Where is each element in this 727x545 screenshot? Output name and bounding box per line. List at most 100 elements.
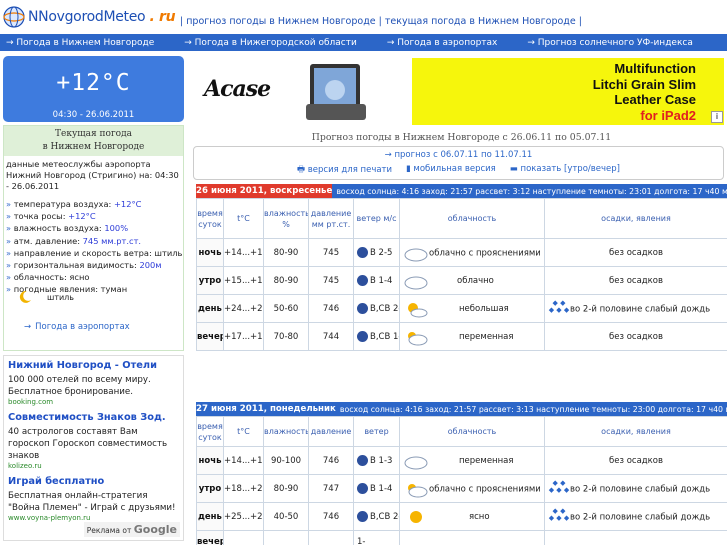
col-header-pressure: давление (308, 416, 354, 447)
partly-cloudy-icon (408, 483, 428, 497)
wind-calm-label: штиль (47, 293, 75, 302)
day-date: 27 июня 2011, понедельник (196, 402, 336, 416)
wind-direction-icon (357, 303, 368, 314)
partly-cloudy-night-icon (404, 248, 428, 261)
current-row: » погодные явления: туман (6, 284, 128, 295)
day-header: 26 июня 2011, воскресенье восход солнца:… (196, 184, 727, 198)
table-header-row: время суток t°C влажность % давление мм … (196, 198, 727, 239)
sponsored-ads: Нижний Новгород - Отели 100 000 отелей п… (3, 355, 184, 541)
col-header-precip: осадки, явления (544, 416, 727, 447)
col-header-humidity: влажность (263, 416, 309, 447)
current-temp-box: +12°C 04:30 - 26.06.2011 (3, 56, 184, 122)
col-header-temp: t°C (223, 416, 264, 447)
current-row: » облачность: ясно (6, 272, 90, 283)
wind-direction-icon (357, 247, 368, 258)
site-tagline: | прогноз погоды в Нижнем Новгороде | те… (180, 16, 582, 27)
show-morning-evening-link[interactable]: ▬ показать [утро/вечер] (510, 164, 620, 178)
current-weather-list: » температура воздуха: +12°C » точка рос… (4, 198, 183, 296)
logo-text: NNovgorodMeteo . ru (28, 9, 176, 25)
table-header-row: время суток t°C влажность давление ветер… (196, 416, 727, 447)
current-temp: +12°C (56, 70, 131, 96)
cloudy-icon (404, 276, 428, 289)
ad-desc: 100 000 отелей по всему миру. Бесплатное… (8, 375, 151, 397)
ads-by-google[interactable]: Реклама от Google (83, 522, 180, 537)
col-header-wind: ветер м/с (353, 198, 400, 239)
rain-drops-icon: ◆ ◆ ◆ ◆ ◆ (548, 478, 570, 494)
forecast-title: Прогноз погоды в Нижнем Новгороде с 26.0… (311, 132, 612, 143)
toggle-icon: ▬ (509, 164, 521, 174)
col-header-precip: осадки, явления (544, 198, 727, 239)
ad-url[interactable]: booking.com (8, 398, 179, 406)
col-header-time: время суток (196, 416, 224, 447)
ad-url[interactable]: kolizeo.ru (8, 462, 179, 470)
wind-direction-icon (357, 483, 368, 494)
site-logo[interactable]: NNovgorodMeteo . ru (2, 4, 176, 30)
forecast-table: время суток t°C влажность давление ветер… (196, 416, 727, 545)
current-row: » горизонтальная видимость: 200м (6, 260, 162, 271)
table-row: ночь+14...+1680-90745 В 2-5 облачно с пр… (196, 238, 727, 267)
nav-link-region[interactable]: → Погода в Нижегородской области (184, 38, 357, 48)
rain-drops-icon: ◆ ◆ ◆ ◆ ◆ (548, 506, 570, 522)
col-header-humidity: влажность % (263, 198, 309, 239)
col-header-pressure: давление мм рт.ст. (308, 198, 354, 239)
forecast-day: 27 июня 2011, понедельник восход солнца:… (196, 402, 727, 545)
variable-clouds-icon (404, 456, 428, 469)
forecast-day: 26 июня 2011, воскресенье восход солнца:… (196, 184, 727, 351)
current-row: » направление и скорость ветра: штиль (6, 247, 183, 258)
table-row: ночь+14...+1690-100746 В 1-3 переменная … (196, 446, 727, 475)
acase-logo: Acase (204, 76, 271, 102)
current-row: » температура воздуха: +12°C (6, 199, 142, 209)
top-nav: → Погода в Нижнем Новгороде → Погода в Н… (0, 34, 727, 51)
printer-icon: 🖶 (297, 165, 308, 175)
current-time: 04:30 - 26.06.2011 (52, 110, 135, 120)
wind-direction-icon (357, 275, 368, 286)
table-row: вечер+17...+1970-80744 В,СВ 1-4 переменн… (196, 322, 727, 351)
ad-item[interactable]: Играй бесплатно Бесплатная онлайн-страте… (8, 476, 179, 522)
nav-link-uv-index[interactable]: → Прогноз солнечного УФ-индекса (527, 38, 692, 48)
current-row: » точка росы: +12°C (6, 211, 96, 222)
variable-clouds-icon (408, 331, 428, 345)
col-header-clouds: облачность (399, 416, 545, 447)
ipad-case-banner[interactable]: Multifunction Litchi Grain Slim Leather … (412, 58, 724, 125)
ad-title[interactable]: Играй бесплатно (8, 476, 179, 487)
day-header: 27 июня 2011, понедельник восход солнца:… (196, 402, 727, 416)
forecast-table: время суток t°C влажность % давление мм … (196, 198, 727, 351)
ad-info-icon[interactable]: i (711, 111, 723, 123)
table-row: день+24...+2650-60746 В,СВ 2-5 небольшая… (196, 294, 727, 323)
current-row: » атм. давление: 745 мм.рт.ст. (6, 235, 142, 246)
next-period-link[interactable]: → прогноз с 06.07.11 по 11.07.11 (194, 150, 723, 160)
table-row: утро+18...+2080-90747 В 1-4 облачно с пр… (196, 474, 727, 503)
table-row: вечер 1- (196, 530, 727, 545)
wind-direction-icon (357, 455, 368, 466)
nav-link-nnovgorod[interactable]: → Погода в Нижнем Новгороде (6, 38, 154, 48)
ad-url[interactable]: www.voyna-plemyon.ru (8, 514, 179, 522)
col-header-temp: t°C (223, 198, 264, 239)
day-sun-info: восход солнца: 4:16 заход: 21:57 рассвет… (339, 404, 727, 414)
ad-title[interactable]: Нижний Новгород - Отели (8, 360, 179, 371)
mobile-version-link[interactable]: ▮ мобильная версия (406, 164, 496, 178)
day-date: 26 июня 2011, воскресенье (196, 184, 333, 198)
nav-link-airports[interactable]: → Погода в аэропортах (387, 38, 498, 48)
forecast-nav-box: → прогноз с 06.07.11 по 11.07.11 🖶 верси… (193, 146, 724, 180)
ad-item[interactable]: Нижний Новгород - Отели 100 000 отелей п… (8, 360, 179, 406)
ipad-case-image (306, 64, 366, 120)
sun-icon (410, 510, 422, 523)
ad-desc: Бесплатная онлайн-стратегия "Война Племе… (8, 491, 176, 513)
current-source-info: данные метеослужбы аэропорта Нижний Новг… (6, 159, 179, 191)
table-row: день+25...+2740-50746 В,СВ 2-5 ясно ◆ ◆◆… (196, 502, 727, 531)
site-header: NNovgorodMeteo . ru | прогноз погоды в Н… (0, 0, 727, 34)
ad-desc: 40 астрологов составят Вам гороскоп Горо… (8, 427, 168, 461)
wind-direction-icon (357, 511, 368, 522)
col-header-time: время суток (196, 198, 224, 239)
col-header-clouds: облачность (399, 198, 545, 239)
day-sun-info: восход солнца: 4:16 заход: 21:57 рассвет… (336, 186, 727, 196)
airport-weather-link[interactable]: → Погода в аэропортах (24, 322, 130, 332)
ad-title[interactable]: Совместимость Знаков Зод. (8, 412, 179, 423)
sun-small-cloud-icon (408, 302, 428, 317)
col-header-wind: ветер (353, 416, 400, 447)
current-weather-panel: Текущая погода в Нижнем Новгороде данные… (3, 125, 184, 351)
ad-item[interactable]: Совместимость Знаков Зод. 40 астрологов … (8, 412, 179, 470)
current-row: » влажность воздуха: 100% (6, 223, 129, 234)
acase-banner[interactable]: Acase (196, 58, 408, 124)
print-version-link[interactable]: 🖶 версия для печати (297, 164, 392, 178)
